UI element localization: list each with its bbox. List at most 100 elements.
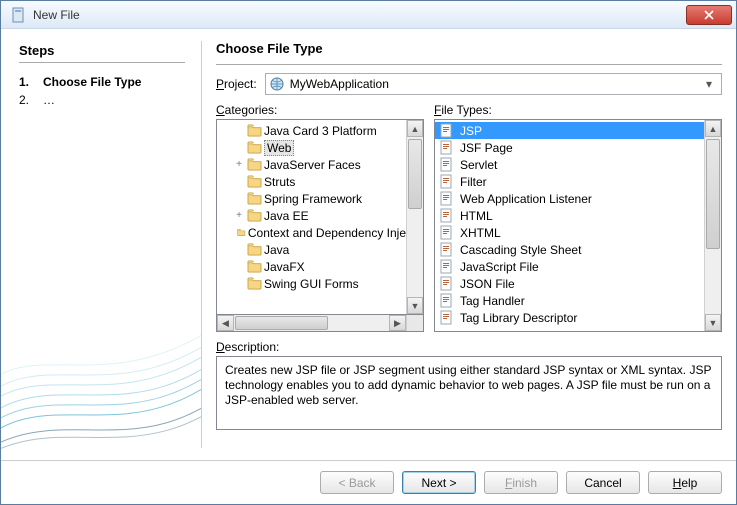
category-item[interactable]: + JavaServer Faces: [217, 156, 406, 173]
category-label: Java: [264, 243, 289, 257]
filetype-item[interactable]: Servlet: [435, 156, 704, 173]
scroll-down-button[interactable]: ▼: [705, 314, 721, 331]
expand-toggle[interactable]: +: [233, 159, 245, 170]
filetype-item[interactable]: Tag Handler: [435, 292, 704, 309]
category-item[interactable]: Web: [217, 139, 406, 156]
folder-icon: [247, 158, 262, 171]
filetype-label: Filter: [460, 175, 487, 189]
category-item[interactable]: JavaFX: [217, 258, 406, 275]
finish-button[interactable]: Finish: [484, 471, 558, 494]
filetype-label: JSON File: [460, 277, 515, 291]
scroll-thumb[interactable]: [408, 139, 422, 209]
filetype-item[interactable]: Tag Library Descriptor: [435, 309, 704, 326]
file-icon: [439, 174, 454, 189]
folder-icon: [247, 124, 262, 137]
category-item[interactable]: Context and Dependency Inje: [217, 224, 406, 241]
project-label: Project:: [216, 77, 257, 91]
filetype-item[interactable]: XHTML: [435, 224, 704, 241]
filetype-label: Tag Library Descriptor: [460, 311, 577, 325]
category-label: Context and Dependency Inje: [248, 226, 406, 240]
window-title: New File: [33, 8, 686, 22]
filetype-label: Web Application Listener: [460, 192, 592, 206]
category-label: JavaServer Faces: [264, 158, 361, 172]
scroll-up-button[interactable]: ▲: [705, 120, 721, 137]
file-icon: [439, 191, 454, 206]
scroll-up-button[interactable]: ▲: [407, 120, 423, 137]
file-icon: [439, 259, 454, 274]
project-select[interactable]: MyWebApplication ▾: [265, 73, 722, 95]
filetype-label: XHTML: [460, 226, 501, 240]
button-bar: < Back Next > Finish Cancel Help: [1, 460, 736, 504]
scroll-left-button[interactable]: ◀: [217, 315, 234, 331]
categories-listbox[interactable]: Java Card 3 PlatformWeb + JavaServer Faces…: [216, 119, 424, 315]
expand-toggle[interactable]: +: [233, 210, 245, 221]
description-area: Description: Creates new JSP file or JSP…: [216, 340, 722, 430]
next-button[interactable]: Next >: [402, 471, 476, 494]
filetype-label: Tag Handler: [460, 294, 525, 308]
close-button[interactable]: [686, 5, 732, 25]
filetype-item[interactable]: JSON File: [435, 275, 704, 292]
folder-icon: [247, 141, 262, 154]
main-panel: Choose File Type Project: MyWebApplicati…: [202, 29, 736, 460]
category-item[interactable]: Struts: [217, 173, 406, 190]
filetype-item[interactable]: JavaScript File: [435, 258, 704, 275]
scroll-thumb[interactable]: [235, 316, 328, 330]
filetype-label: JSF Page: [460, 141, 513, 155]
filetype-label: JSP: [460, 124, 482, 138]
scroll-corner: [406, 315, 423, 331]
category-item[interactable]: Spring Framework: [217, 190, 406, 207]
categories-items: Java Card 3 PlatformWeb + JavaServer Faces…: [217, 120, 406, 314]
filetype-item[interactable]: JSP: [435, 122, 704, 139]
back-button[interactable]: < Back: [320, 471, 394, 494]
dialog-body: Steps 1. Choose File Type 2. …: [1, 29, 736, 460]
category-item[interactable]: Java Card 3 Platform: [217, 122, 406, 139]
steps-sidebar: Steps 1. Choose File Type 2. …: [1, 29, 201, 460]
folder-icon: [247, 243, 262, 256]
file-icon: [439, 225, 454, 240]
folder-icon: [237, 226, 245, 239]
filetype-item[interactable]: JSF Page: [435, 139, 704, 156]
decorative-wave: [1, 270, 201, 460]
category-item[interactable]: Swing GUI Forms: [217, 275, 406, 292]
globe-icon: [270, 77, 284, 91]
filetype-label: Servlet: [460, 158, 497, 172]
folder-icon: [247, 175, 262, 188]
category-item[interactable]: Java: [217, 241, 406, 258]
filetypes-listbox[interactable]: JSP JSF Page Servlet Filter Web Application …: [434, 119, 722, 332]
horizontal-scrollbar[interactable]: ◀ ▶: [216, 315, 424, 332]
filetype-item[interactable]: Filter: [435, 173, 704, 190]
file-icon: [439, 310, 454, 325]
category-label: Struts: [264, 175, 295, 189]
scroll-track[interactable]: [705, 137, 721, 314]
scroll-thumb[interactable]: [706, 139, 720, 249]
vertical-scrollbar[interactable]: ▲ ▼: [406, 120, 423, 314]
scroll-track[interactable]: [407, 137, 423, 297]
category-label: Java EE: [264, 209, 309, 223]
scroll-right-button[interactable]: ▶: [389, 315, 406, 331]
folder-icon: [247, 209, 262, 222]
dialog-window: New File Steps 1. Choose File Type 2. …: [0, 0, 737, 505]
help-button[interactable]: Help: [648, 471, 722, 494]
folder-icon: [247, 277, 262, 290]
filetype-label: JavaScript File: [460, 260, 539, 274]
category-item[interactable]: + Java EE: [217, 207, 406, 224]
step-item: 1. Choose File Type: [19, 73, 185, 91]
filetype-item[interactable]: HTML: [435, 207, 704, 224]
filetype-label: Cascading Style Sheet: [460, 243, 581, 257]
scroll-track[interactable]: [234, 315, 389, 331]
filetype-item[interactable]: Cascading Style Sheet: [435, 241, 704, 258]
category-label: Java Card 3 Platform: [264, 124, 377, 138]
lists-row: Categories: Java Card 3 PlatformWeb+Java…: [216, 103, 722, 332]
vertical-scrollbar[interactable]: ▲ ▼: [704, 120, 721, 331]
filetype-item[interactable]: Web Application Listener: [435, 190, 704, 207]
app-icon: [11, 7, 27, 23]
file-icon: [439, 276, 454, 291]
file-icon: [439, 208, 454, 223]
panel-heading: Choose File Type: [216, 41, 722, 56]
file-icon: [439, 293, 454, 308]
filetype-label: HTML: [460, 209, 493, 223]
titlebar: New File: [1, 1, 736, 29]
scroll-down-button[interactable]: ▼: [407, 297, 423, 314]
cancel-button[interactable]: Cancel: [566, 471, 640, 494]
step-number: 2.: [19, 91, 33, 109]
